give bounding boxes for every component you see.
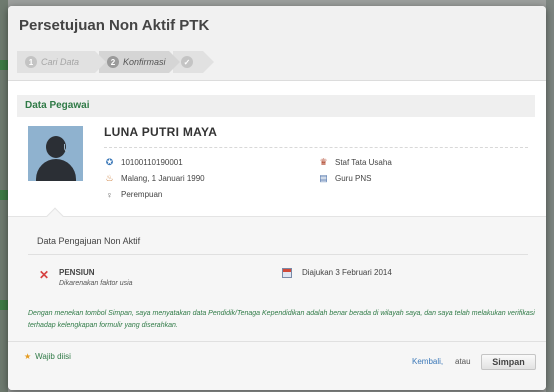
step-label: Cari Data (41, 57, 80, 67)
calendar-icon (282, 268, 292, 278)
cake-icon: ♨ (105, 173, 114, 183)
id-card-icon: ✪ (105, 157, 114, 167)
step-number: 2 (107, 56, 119, 68)
id-number: 10100110190001 (121, 158, 183, 167)
id-number-row: ✪ 10100110190001 (104, 157, 183, 168)
save-button[interactable]: Simpan (481, 354, 536, 370)
position: Staf Tata Usaha (335, 158, 392, 167)
divider (8, 341, 546, 342)
employee-name: LUNA PUTRI MAYA (104, 125, 218, 139)
gender-row: ♀ Perempuan (104, 189, 162, 200)
status-row: ▤ Guru PNS (318, 173, 371, 184)
employee-status: Guru PNS (335, 174, 372, 183)
submission-title: Data Pengajuan Non Aktif (37, 236, 141, 246)
wizard-steps: 1 Cari Data 2 Konfirmasi ✓ (17, 51, 214, 73)
position-row: ♛ Staf Tata Usaha (318, 157, 392, 168)
section-header: Data Pegawai (17, 95, 535, 117)
modal-dialog: Persetujuan Non Aktif PTK 1 Cari Data 2 … (8, 6, 546, 390)
step-arrow (95, 51, 106, 73)
required-note: ★ Wajib diisi (24, 352, 71, 361)
step-arrow (203, 51, 214, 73)
or-label: atau (455, 357, 471, 366)
divider (28, 254, 528, 255)
book-icon: ▤ (319, 173, 328, 183)
confirmation-note: Dengan menekan tombol Simpan, saya menya… (28, 310, 535, 329)
section-title: Data Pegawai (25, 100, 90, 111)
divider (104, 147, 528, 148)
submission-date: Diajukan 3 Februari 2014 (302, 268, 392, 277)
background-left-strip (0, 0, 8, 392)
birth-row: ♨ Malang, 1 Januari 1990 (104, 173, 205, 184)
star-icon: ★ (24, 352, 32, 361)
background-right-strip (546, 0, 554, 392)
birth-info: Malang, 1 Januari 1990 (121, 174, 205, 183)
step-arrow (169, 51, 180, 73)
checkmark-icon: ✓ (181, 56, 193, 68)
modal-header: Persetujuan Non Aktif PTK 1 Cari Data 2 … (8, 6, 546, 81)
step-number: 1 (25, 56, 37, 68)
female-icon: ♀ (106, 189, 113, 200)
back-link[interactable]: Kembali, (412, 357, 443, 366)
gender: Perempuan (121, 190, 163, 199)
step-konfirmasi[interactable]: 2 Konfirmasi (99, 51, 180, 73)
crown-icon: ♛ (319, 157, 328, 167)
modal-title: Persetujuan Non Aktif PTK (19, 17, 210, 34)
submission-reason: Dikarenakan faktor usia (59, 280, 133, 287)
close-icon: ✕ (39, 268, 50, 282)
step-label: Konfirmasi (123, 57, 166, 67)
submission-type: PENSIUN (59, 268, 95, 277)
required-label: Wajib diisi (35, 352, 71, 361)
step-cari-data[interactable]: 1 Cari Data (17, 51, 106, 73)
avatar (28, 126, 83, 181)
